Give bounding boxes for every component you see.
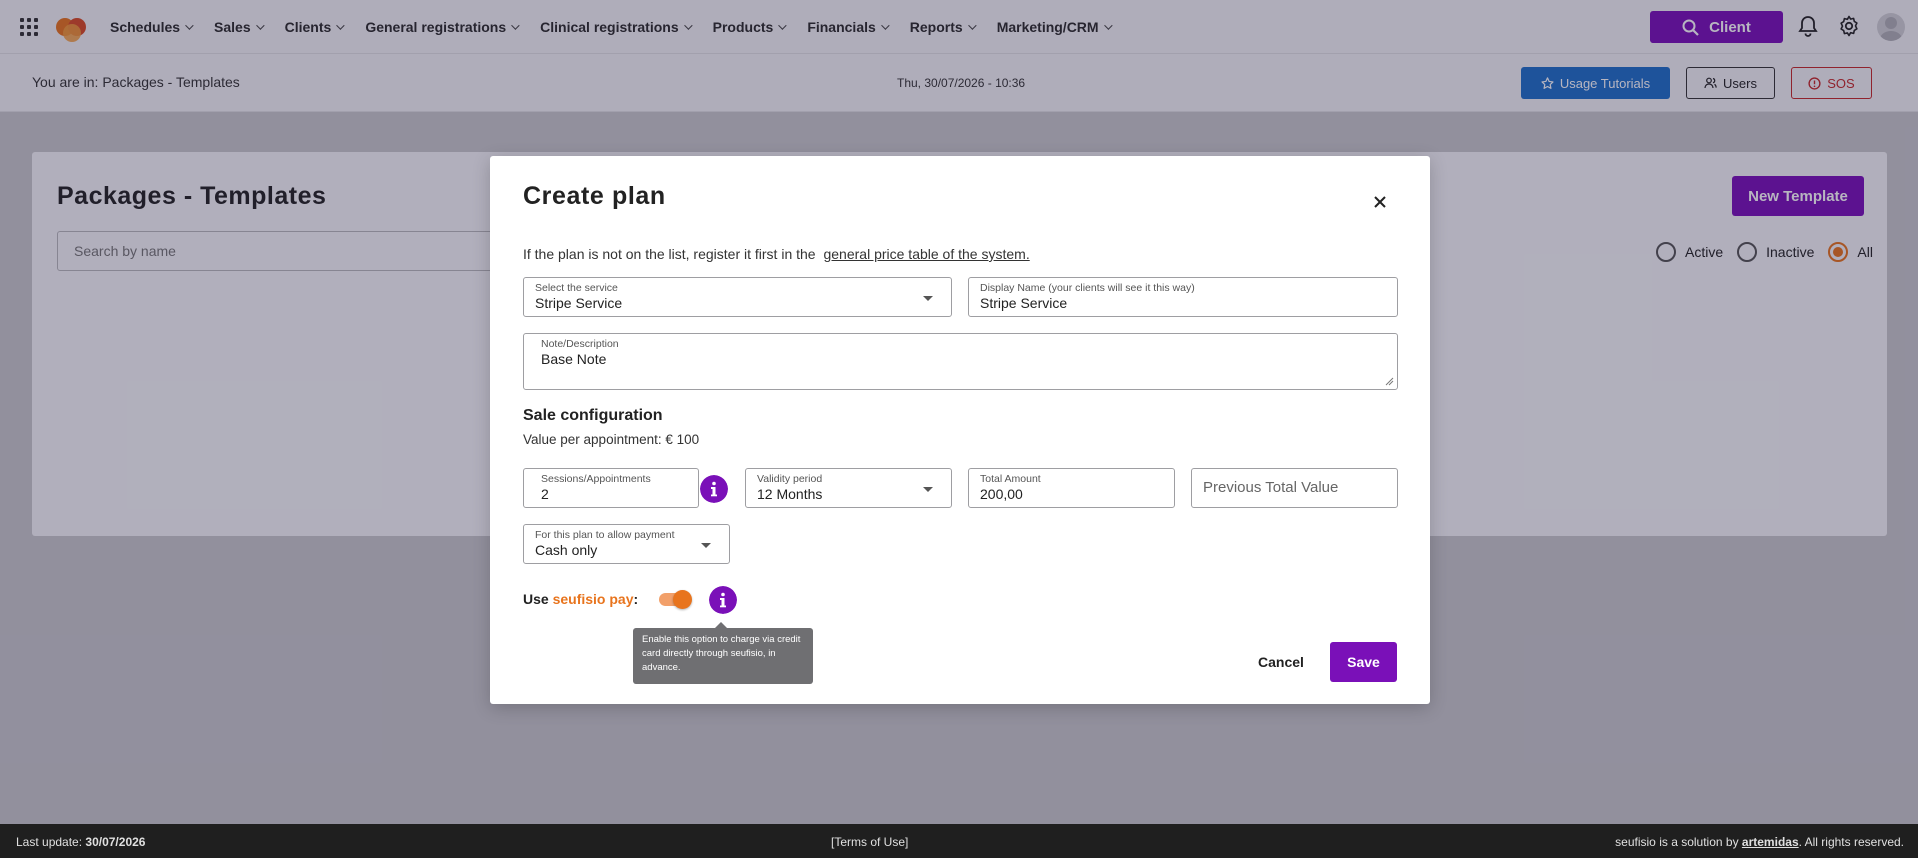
dialog-title: Create plan [523,182,666,210]
sessions-label: Sessions/Appointments [541,473,651,485]
terms-of-use-link[interactable]: [Terms of Use] [831,835,908,849]
previous-total-placeholder: Previous Total Value [1203,479,1339,496]
payment-option-select[interactable]: For this plan to allow payment Cash only [523,524,730,564]
intro-text-body: If the plan is not on the list, register… [523,246,816,262]
last-update-value: 30/07/2026 [85,835,146,849]
last-update-label: Last update: [16,835,83,849]
service-select[interactable]: Select the service Stripe Service [523,277,952,317]
sessions-info-icon[interactable] [700,475,728,503]
value-per-appointment: Value per appointment: € 100 [523,432,700,447]
total-amount-label: Total Amount [980,473,1041,485]
seufisio-pay-info-icon[interactable] [709,586,737,614]
previous-total-value-field[interactable]: Previous Total Value [1191,468,1398,508]
display-name-value: Stripe Service [980,295,1068,311]
display-name-field[interactable]: Display Name (your clients will see it t… [968,277,1398,317]
seufisio-pay-tooltip: Enable this option to charge via credit … [633,622,813,684]
use-label-suffix: : [633,591,639,607]
sessions-field[interactable]: Sessions/Appointments 2 [523,468,699,508]
seufisio-pay-toggle-thumb[interactable] [673,590,692,609]
sessions-value: 2 [541,486,549,502]
credits: seufisio is a solution by artemidas. All… [1615,835,1904,849]
resize-handle-icon[interactable] [1385,377,1394,386]
credit-prefix: seufisio is a solution by [1615,835,1739,849]
dropdown-caret-icon [701,543,711,548]
note-description-field[interactable]: Note/Description Base Note [523,333,1398,390]
total-amount-value: 200,00 [980,486,1023,502]
artemidas-link[interactable]: artemidas [1742,835,1799,849]
intro-text: If the plan is not on the list, register… [523,246,1030,262]
credit-suffix: . All rights reserved. [1798,835,1904,849]
sale-configuration-title: Sale configuration [523,407,663,424]
note-value: Base Note [541,351,607,367]
seufisio-pay-label: Use seufisio pay: [523,591,638,607]
total-amount-field[interactable]: Total Amount 200,00 [968,468,1175,508]
validity-period-select[interactable]: Validity period 12 Months [745,468,952,508]
dropdown-caret-icon [923,296,933,301]
price-table-link[interactable]: general price table of the system. [823,246,1029,262]
payment-option-label: For this plan to allow payment [535,529,675,541]
validity-label: Validity period [757,473,823,485]
save-button[interactable]: Save [1330,642,1397,682]
last-update: Last update: 30/07/2026 [16,835,145,849]
close-icon[interactable] [1370,192,1390,212]
dropdown-caret-icon [923,487,933,492]
payment-option-value: Cash only [535,542,598,558]
note-label: Note/Description [541,338,619,350]
service-select-value: Stripe Service [535,295,623,311]
footer: Last update: 30/07/2026 [Terms of Use] s… [0,824,1918,858]
use-label-prefix: Use [523,591,549,607]
seufisio-pay-brand: seufisio pay [552,591,634,607]
service-select-label: Select the service [535,282,618,294]
display-name-label: Display Name (your clients will see it t… [980,282,1195,294]
create-plan-dialog: Create plan If the plan is not on the li… [490,156,1430,704]
cancel-button[interactable]: Cancel [1248,642,1314,682]
validity-value: 12 Months [757,486,823,502]
